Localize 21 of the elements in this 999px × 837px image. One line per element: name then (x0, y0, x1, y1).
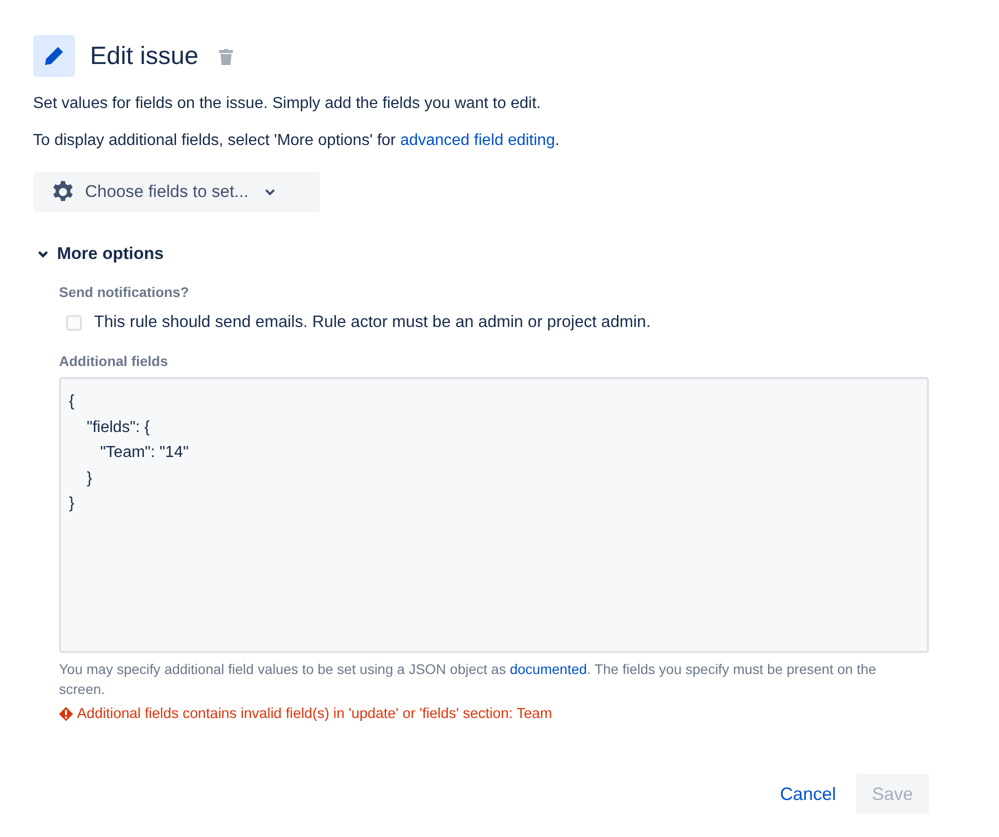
dialog-title: Edit issue (90, 42, 198, 70)
error-icon (59, 707, 73, 721)
advanced-editing-link[interactable]: advanced field editing (400, 132, 555, 149)
hint-text: To display additional fields, select 'More options' for advanced field editing. (33, 132, 560, 150)
checkbox[interactable] (66, 314, 82, 330)
help-text: You may specify additional field values to be set using a JSON object as documented. The fields you specify must be present on the screen. (59, 660, 878, 699)
field-label: Send notifications? (59, 284, 190, 300)
documented-link[interactable]: documented (510, 661, 587, 677)
json-input-field[interactable]: { "fields": { "Team": "14" } } (59, 377, 929, 653)
field-label: Additional fields (59, 353, 169, 369)
choose-fields-button[interactable]: Choose fields to set... (33, 172, 320, 212)
more-options-toggle[interactable]: More options (33, 244, 164, 264)
description-text: Set values for fields on the issue. Simply add the fields you want to edit. (33, 95, 542, 113)
cancel-button[interactable]: Cancel (780, 774, 836, 814)
chevron-icon (37, 250, 49, 258)
gear-icon (51, 180, 75, 204)
caret-icon (264, 188, 276, 196)
trash-icon[interactable] (219, 49, 234, 65)
pencil-icon (33, 35, 75, 77)
error-message: Additional fields contains invalid field(s) in 'update' or 'fields' section: Team (77, 706, 552, 722)
checkbox-label: This rule should send emails. Rule actor must be an admin or project admin. (94, 313, 651, 332)
